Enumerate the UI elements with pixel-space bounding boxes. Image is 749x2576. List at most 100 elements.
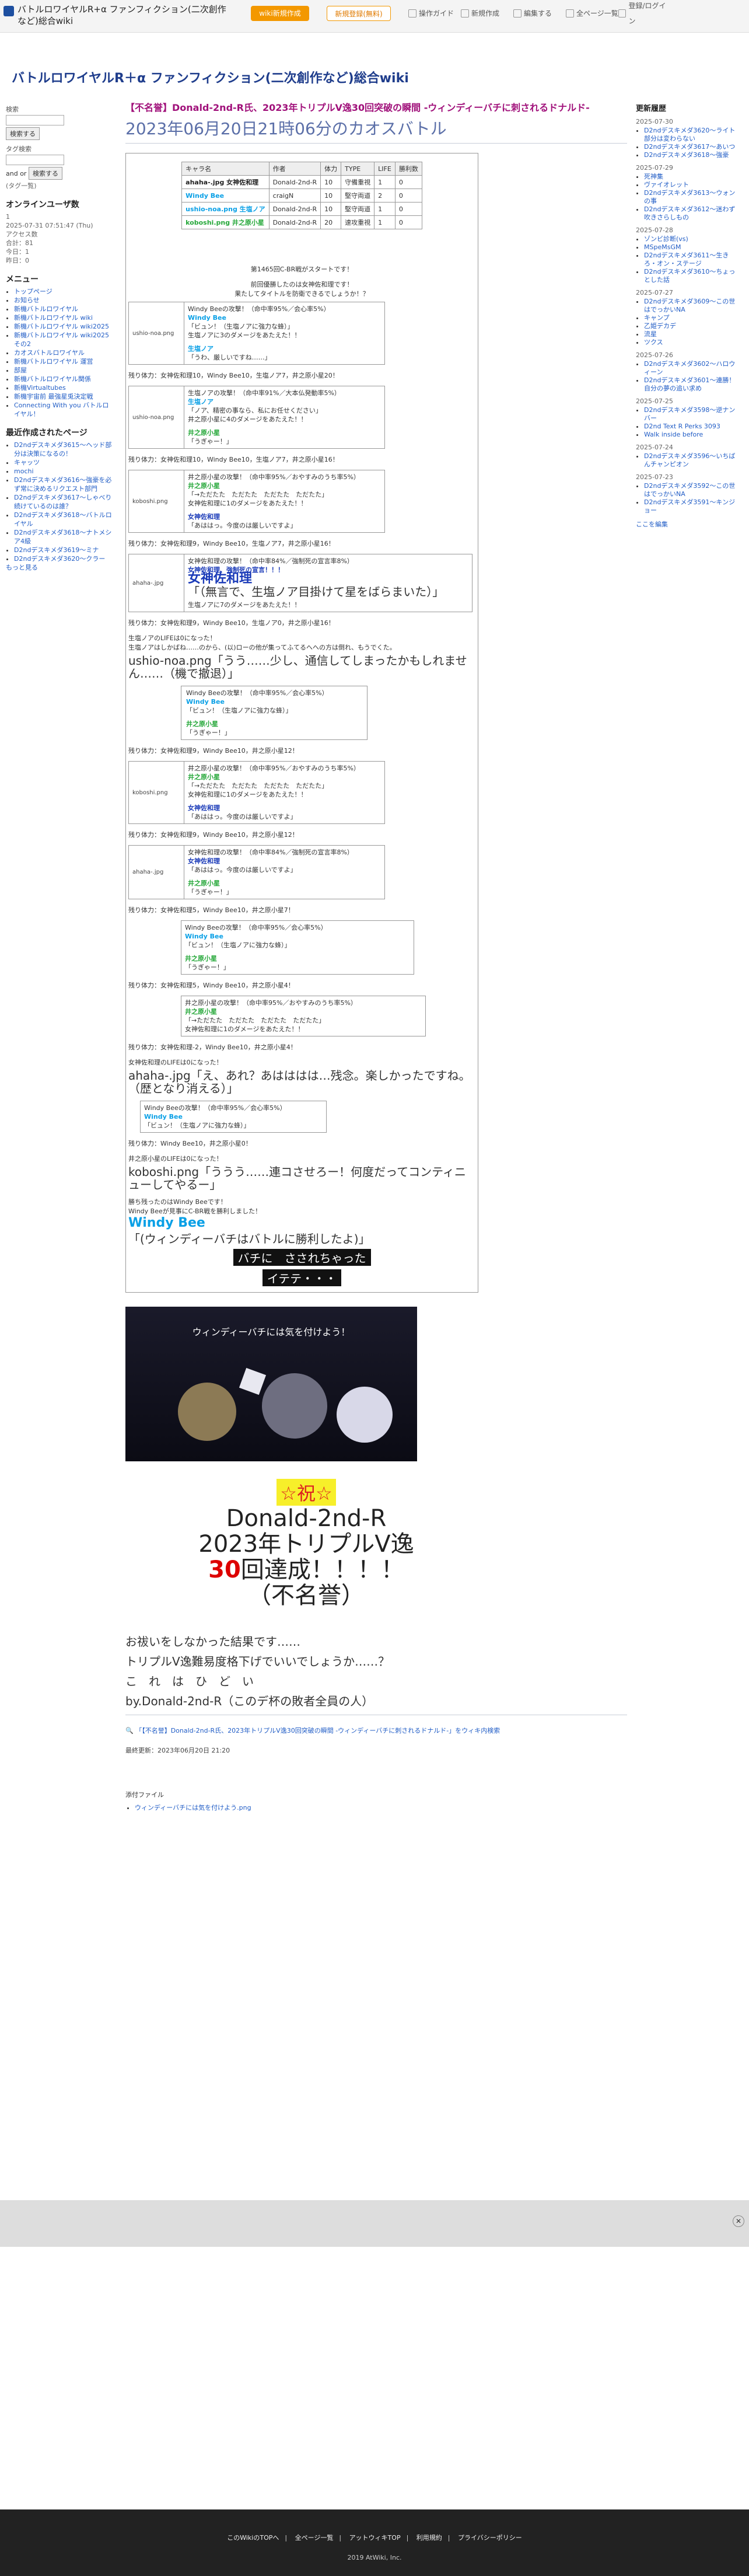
recent-item[interactable]: D2ndデスキメダ3618～バトルロイヤル <box>14 511 114 528</box>
recent-item[interactable]: D2ndデスキメダ3617～しゃべり続けているのは誰？ <box>14 493 114 511</box>
footer-link[interactable]: 利用規約 <box>416 2534 442 2542</box>
footer-link[interactable]: アットウィキTOP <box>349 2534 401 2542</box>
more-link[interactable]: もっと見る <box>6 563 114 572</box>
menu-item[interactable]: 新機バトルロワイヤル <box>14 305 114 313</box>
recent-item[interactable]: D2ndデスキメダ3615～ヘッド部分は決策になるの！ <box>14 441 114 458</box>
history-item[interactable]: D2ndデスキメダ3612～迷わず吹きさらしもの <box>644 205 741 222</box>
history-item[interactable]: Walk inside before <box>644 431 741 439</box>
defeat-text: 女神佐和理のLIFEは0になった！ ahaha-.jpg「え、あれ？あはははは…… <box>128 1059 471 1095</box>
menu-item[interactable]: カオスバトルロワイヤル <box>14 348 114 357</box>
attachment-item[interactable]: ウィンディーバチには気を付けよう.png <box>135 1803 627 1812</box>
search-button[interactable]: 検索する <box>6 127 40 140</box>
history-item[interactable]: D2ndデスキメダ3592～この世はでっかいNA <box>644 482 741 498</box>
history-item[interactable]: D2ndデスキメダ3591～キンジョー <box>644 498 741 515</box>
atwiki-logo[interactable] <box>4 6 14 16</box>
recent-item[interactable]: キャッツ <box>14 458 114 467</box>
page-list-link[interactable]: 全ページ一覧 <box>566 6 618 21</box>
history-item[interactable]: 死神集 <box>644 173 741 181</box>
table-header: TYPE <box>341 162 375 176</box>
history-item[interactable]: D2ndデスキメダ3611～生きろ・オン・ステージ <box>644 252 741 268</box>
edit-link[interactable]: 編集する <box>513 6 566 21</box>
table-cell: 20 <box>320 215 342 229</box>
table-cell[interactable]: ahaha-.jpg 女神佐和理 <box>181 175 270 189</box>
new-page-link[interactable]: 新規作成 <box>461 6 513 21</box>
history-item[interactable]: ゾンビ診断(vs) <box>644 235 741 243</box>
tag-list-link[interactable]: (タグ一覧) <box>6 181 114 190</box>
search-input[interactable] <box>6 115 64 125</box>
history-item[interactable]: D2ndデスキメダ3596～いちばんチャンピオン <box>644 452 741 469</box>
menu-item[interactable]: Connecting With you バトルロイヤル！ <box>14 401 114 418</box>
menu-item[interactable]: 新機バトルロワイヤル wiki <box>14 313 114 322</box>
menu-item[interactable]: お知らせ <box>14 296 114 305</box>
table-cell: Donald-2nd-R <box>268 175 321 189</box>
recent-item[interactable]: D2ndデスキメダ3618～ナトメシア4級 <box>14 528 114 546</box>
table-cell[interactable]: ushio-noa.png 生塩ノア <box>181 202 270 216</box>
recent-item[interactable]: D2ndデスキメダ3619～ミナ <box>14 546 114 554</box>
history-item[interactable]: ツクス <box>644 338 741 347</box>
history-item[interactable]: 乙姫デカデ <box>644 322 741 330</box>
history-item[interactable]: D2ndデスキメダ3613～ウォンの事 <box>644 189 741 205</box>
recent-item[interactable]: D2ndデスキメダ3620～クラー <box>14 554 114 563</box>
page-subtitle: 2023年06月20日21時06分のカオスバトル <box>125 119 447 138</box>
tag-search-button[interactable]: 検索する <box>28 167 62 180</box>
history-item[interactable]: D2ndデスキメダ3620～ライト部分は変わらない <box>644 127 741 143</box>
history-item[interactable]: 流星 <box>644 330 741 338</box>
close-icon[interactable]: ✕ <box>733 2215 744 2227</box>
table-cell: craigN <box>268 189 321 203</box>
attachments-title: 添付ファイル <box>125 1791 164 1799</box>
and-radio-label[interactable]: and <box>6 170 18 177</box>
recent-item[interactable]: mochi <box>14 467 114 476</box>
search-label: 検索 <box>6 106 19 113</box>
menu-item[interactable]: 新機バトルロワイヤル wiki2025その2 <box>14 331 114 348</box>
footer-link[interactable]: プライバシーポリシー <box>458 2534 522 2542</box>
history-item[interactable]: D2ndデスキメダ3602～ハロウィーン <box>644 360 741 376</box>
site-title[interactable]: バトルロワイヤルR+α ファンフィクション(二次創作など)総合wiki <box>18 4 233 27</box>
register-button[interactable]: 新規登録(無料) <box>327 6 391 21</box>
menu-item[interactable]: 新機宇宙前 最強星兎決定戦 <box>14 392 114 401</box>
menu-item[interactable]: 新機バトルロワイヤル関係 <box>14 375 114 383</box>
table-row: ahaha-.jpg 女神佐和理 Donald-2nd-R 10 守備重視 1 … <box>181 175 422 189</box>
table-cell[interactable]: Windy Bee <box>181 189 270 203</box>
guide-link[interactable]: 操作ガイド <box>408 6 461 21</box>
footer-link[interactable]: このWikiのTOPへ <box>227 2534 279 2542</box>
history-item[interactable]: D2ndデスキメダ3618～強豪 <box>644 151 741 159</box>
history-item[interactable]: キャンプ <box>644 314 741 322</box>
history-item[interactable]: MSpeMsGM <box>644 243 741 252</box>
history-date: 2025-07-30 <box>636 118 673 125</box>
congrats-number: 30 <box>208 1556 241 1583</box>
recent-item[interactable]: D2ndデスキメダ3616～強豪を必ず常に決めるリクエスト部門 <box>14 476 114 493</box>
history-item[interactable]: D2ndデスキメダ3609～この世はでっかいNA <box>644 298 741 314</box>
edit-sidebar-link[interactable]: ここを編集 <box>636 519 741 529</box>
footer-link[interactable]: 全ページ一覧 <box>295 2534 334 2542</box>
main-content: 【不名誉】Donald-2nd-R氏、2023年トリプルV逸30回突破の瞬間 -… <box>125 102 627 1816</box>
table-row: koboshi.png 井之原小星 Donald-2nd-R 20 速攻重視 1… <box>181 215 422 229</box>
wiki-title[interactable]: バトルロワイヤルR＋α ファンフィクション(二次創作など)総合wiki <box>12 68 409 86</box>
menu-item[interactable]: 新機バトルロワイヤル 運営 <box>14 357 114 366</box>
login-link[interactable]: 登録/ログイン <box>618 2 671 25</box>
table-cell: 2 <box>374 189 396 203</box>
tag-search-input[interactable] <box>6 155 64 165</box>
history-item[interactable]: D2ndデスキメダ3601～連勝！自分の夢の追い求め <box>644 376 741 393</box>
history-date: 2025-07-28 <box>636 226 673 234</box>
banner-caption: ウィンディーバチには気を付けよう！ <box>192 1327 351 1338</box>
right-sidebar: 更新履歴 2025-07-30 D2ndデスキメダ3620～ライト部分は変わらな… <box>636 102 741 529</box>
wiki-search-link[interactable]: 🔍 「【不名誉】Donald-2nd-R氏、2023年トリプルV逸30回突破の瞬… <box>125 1726 627 1735</box>
menu-item[interactable]: 部屋 <box>14 366 114 375</box>
congrats-line2: 回達成！！！！ <box>240 1556 404 1583</box>
history-group: 2025-07-27 D2ndデスキメダ3609～この世はでっかいNA キャンプ… <box>636 289 741 347</box>
table-cell[interactable]: koboshi.png 井之原小星 <box>181 215 270 229</box>
history-item[interactable]: D2ndデスキメダ3598～逆ナンバー <box>644 406 741 423</box>
hp-status: 残り体力：女神佐和理-2，Windy Bee10，井之原小星4！ <box>128 1043 297 1051</box>
table-cell: Donald-2nd-R <box>268 215 321 229</box>
menu-item[interactable]: トップページ <box>14 287 114 296</box>
table-cell: 1 <box>374 202 396 216</box>
winner-banner: イテテ・・・ <box>262 1269 342 1286</box>
menu-item[interactable]: 新機Virtualtubes <box>14 383 114 392</box>
history-item[interactable]: D2ndデスキメダ3610～ちょっとした話 <box>644 268 741 284</box>
or-radio-label[interactable]: or <box>20 170 26 177</box>
history-item[interactable]: D2ndデスキメダ3617～あいつ <box>644 143 741 151</box>
menu-item[interactable]: 新機バトルロワイヤル wiki2025 <box>14 322 114 331</box>
history-item[interactable]: D2nd Text R Perks 3093 <box>644 423 741 431</box>
history-item[interactable]: ヴァイオレット <box>644 181 741 189</box>
create-wiki-button[interactable]: wiki新規作成 <box>251 6 309 21</box>
